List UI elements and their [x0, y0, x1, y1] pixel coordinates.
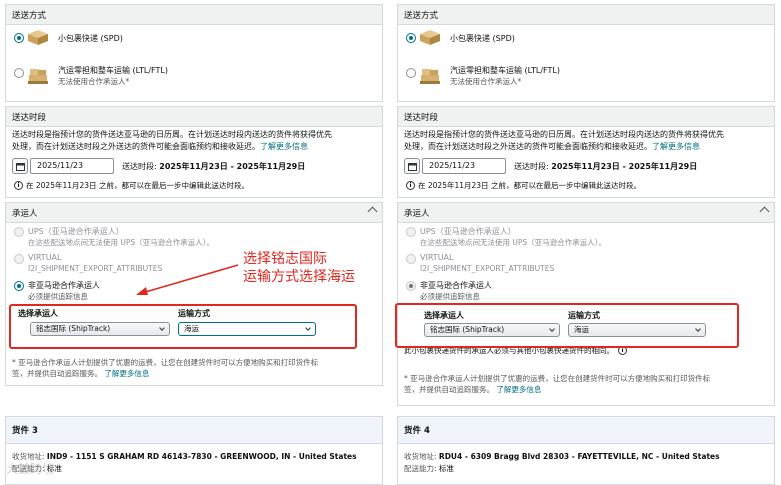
non-partnered-sublabel: 必须提供追踪信息: [420, 292, 480, 301]
window-label: 送达时段:: [514, 161, 549, 171]
delivery-window-section: 送达时段 送达时段是指预计您的货件送达亚马逊的日历周。在计划送达时段内送达的货件…: [397, 106, 775, 198]
capability-label: 配送能力:: [404, 464, 437, 473]
note-line: * 亚马逊合作承运人计划提供了优惠的运费，让您在创建货件时可以方便地购买和打印货…: [404, 374, 711, 383]
section-title: 送送方式: [6, 5, 382, 25]
virtual-sublabel: I2I_SHIPMENT_EXPORT_ATTRIBUTES: [420, 264, 555, 273]
section-title: 送送方式: [398, 5, 774, 25]
small-parcel-icon: [420, 30, 440, 45]
section-title: 送达时段: [6, 107, 382, 127]
shipment-card: 货件 3 收货地址: IND9 - 1151 S GRAHAM RD 46143…: [5, 416, 383, 485]
spd-radio[interactable]: [14, 33, 24, 43]
delivery-date-input[interactable]: 2025/11/23: [422, 158, 506, 174]
ltl-label: 汽运零担和整车运输 (LTL/FTL): [58, 66, 168, 75]
window-label: 送达时段:: [122, 161, 157, 171]
highlight-box: [9, 304, 357, 349]
shipping-method-section: 送送方式 小包裹快递 (SPD) 汽运零担和整车运输 (LTL/FTL) 无法使…: [397, 4, 775, 102]
capability-row: 配送能力: 标准: [404, 463, 454, 474]
shipment-card: 货件 4 收货地址: RDU4 - 6309 Bragg Blvd 28303 …: [397, 416, 775, 485]
description-line: 送达时段是指预计您的货件送达亚马逊的日历周。在计划送达时段内送达的货件将获得优先: [12, 130, 332, 139]
non-partnered-label: 非亚马逊合作承运人: [28, 281, 100, 290]
info-text: 在 2025年11月23日 之前，都可以在最后一步中编辑此送达时段。: [26, 181, 249, 190]
spd-label: 小包裹快递 (SPD): [58, 34, 123, 43]
ltl-radio[interactable]: [406, 68, 416, 78]
delivery-window-summary: 送达时段: 2025年11月23日 - 2025年11月29日: [122, 161, 305, 172]
address-value: RDU4 - 6309 Bragg Blvd 28303 - FAYETTEVI…: [438, 452, 720, 461]
partner-carrier-note: * 亚马逊合作承运人计划提供了优惠的运费，让您在创建货件时可以方便地购买和打印货…: [12, 357, 378, 379]
ltl-radio[interactable]: [14, 68, 24, 78]
non-partnered-label: 非亚马逊合作承运人: [420, 281, 492, 290]
ltl-label: 汽运零担和整车运输 (LTL/FTL): [450, 66, 560, 75]
spd-label: 小包裹快递 (SPD): [450, 34, 515, 43]
shipment-panel-right: 送送方式 小包裹快递 (SPD) 汽运零担和整车运输 (LTL/FTL) 无法使…: [395, 0, 775, 485]
learn-more-link[interactable]: 了解更多信息: [652, 142, 700, 151]
section-title: 承运人: [6, 203, 382, 223]
description-line: 处理，而在计划送达时段之外送达的货件可能会面临预约和接收延迟。: [404, 142, 652, 151]
note-line: * 亚马逊合作承运人计划提供了优惠的运费，让您在创建货件时可以方便地购买和打印货…: [12, 358, 319, 367]
spd-radio[interactable]: [406, 33, 416, 43]
ups-label: UPS（亚马逊合作承运人）: [420, 227, 516, 236]
delivery-window-description: 送达时段是指预计您的货件送达亚马逊的日历周。在计划送达时段内送达的货件将获得优先…: [404, 129, 768, 153]
section-title: 送达时段: [398, 107, 774, 127]
address-label: 收货地址:: [404, 452, 437, 461]
annotation-arrow-icon: [136, 264, 239, 295]
non-partnered-radio[interactable]: [14, 281, 24, 291]
shipment-title: 货件 3: [6, 417, 382, 444]
shipment-panel-left: 送送方式 小包裹快递 (SPD) 汽运零担和整车运输 (LTL/FTL) 无法使…: [5, 0, 383, 485]
calendar-icon[interactable]: [404, 158, 420, 174]
description-line: 处理，而在计划送达时段之外送达的货件可能会面临预约和接收延迟。: [12, 142, 260, 151]
delivery-window-info: i 在 2025年11月23日 之前，都可以在最后一步中编辑此送达时段。: [14, 180, 249, 191]
highlight-box: [395, 303, 739, 348]
info-text: 在 2025年11月23日 之前，都可以在最后一步中编辑此送达时段。: [418, 181, 641, 190]
ups-sublabel: 在这些配送地点间无法使用 UPS（亚马逊合作承运人）。: [28, 238, 214, 247]
note-line: 签，并提供自动追踪服务。: [404, 385, 494, 394]
learn-more-link[interactable]: 了解更多信息: [260, 142, 308, 151]
non-partnered-sublabel: 必须提供追踪信息: [28, 292, 88, 301]
ups-radio[interactable]: [406, 227, 416, 237]
small-parcel-icon: [28, 30, 48, 45]
pallet-icon: [28, 69, 48, 84]
non-partnered-radio[interactable]: [406, 281, 416, 291]
delivery-window-summary: 送达时段: 2025年11月23日 - 2025年11月29日: [514, 161, 697, 172]
annotation-line: 选择铭志国际: [243, 251, 327, 267]
date-picker-row: 2025/11/23 送达时段: 2025年11月23日 - 2025年11月2…: [404, 158, 697, 174]
info-icon: i: [406, 181, 415, 190]
window-value: 2025年11月23日 - 2025年11月29日: [551, 161, 698, 171]
virtual-radio[interactable]: [14, 254, 24, 264]
calendar-icon[interactable]: [12, 158, 28, 174]
shipment-title: 货件 4: [398, 417, 774, 444]
capability-value: 标准: [438, 464, 454, 473]
pallet-icon: [420, 69, 440, 84]
learn-more-link[interactable]: 了解更多信息: [104, 369, 149, 378]
virtual-label: VIRTUAL: [420, 253, 454, 262]
learn-more-link[interactable]: 了解更多信息: [496, 385, 541, 394]
section-title: 承运人: [398, 203, 774, 223]
ups-sublabel: 在这些配送地点间无法使用 UPS（亚马逊合作承运人）。: [420, 238, 606, 247]
virtual-label: VIRTUAL: [28, 253, 62, 262]
annotation-text: 选择铭志国际 运输方式选择海运: [243, 250, 355, 286]
note-line: 签，并提供自动追踪服务。: [12, 369, 102, 378]
ship-to-row: 收货地址: RDU4 - 6309 Bragg Blvd 28303 - FAY…: [404, 451, 720, 462]
delivery-window-description: 送达时段是指预计您的货件送达亚马逊的日历周。在计划送达时段内送达的货件将获得优先…: [12, 129, 376, 153]
window-value: 2025年11月23日 - 2025年11月29日: [159, 161, 306, 171]
ltl-sublabel: 无法使用合作承运人*: [450, 77, 522, 86]
ship-to-row: 收货地址: IND9 - 1151 S GRAHAM RD 46143-7830…: [12, 451, 357, 462]
delivery-window-section: 送达时段 送达时段是指预计您的货件送达亚马逊的日历周。在计划送达时段内送达的货件…: [5, 106, 383, 198]
watermark: 大鼓跨境: [6, 462, 55, 476]
description-line: 送达时段是指预计您的货件送达亚马逊的日历周。在计划送达时段内送达的货件将获得优先: [404, 130, 724, 139]
annotation-line: 运输方式选择海运: [243, 269, 355, 285]
date-picker-row: 2025/11/23 送达时段: 2025年11月23日 - 2025年11月2…: [12, 158, 305, 174]
shipping-method-section: 送送方式 小包裹快递 (SPD) 汽运零担和整车运输 (LTL/FTL) 无法使…: [5, 4, 383, 102]
delivery-window-info: i 在 2025年11月23日 之前，都可以在最后一步中编辑此送达时段。: [406, 180, 641, 191]
ltl-sublabel: 无法使用合作承运人*: [58, 77, 130, 86]
info-icon: i: [14, 181, 23, 190]
address-value: IND9 - 1151 S GRAHAM RD 46143-7830 - GRE…: [46, 452, 357, 461]
virtual-radio[interactable]: [406, 254, 416, 264]
partner-carrier-note: * 亚马逊合作承运人计划提供了优惠的运费，让您在创建货件时可以方便地购买和打印货…: [404, 373, 770, 395]
ups-label: UPS（亚马逊合作承运人）: [28, 227, 124, 236]
ups-radio[interactable]: [14, 227, 24, 237]
delivery-date-input[interactable]: 2025/11/23: [30, 158, 114, 174]
